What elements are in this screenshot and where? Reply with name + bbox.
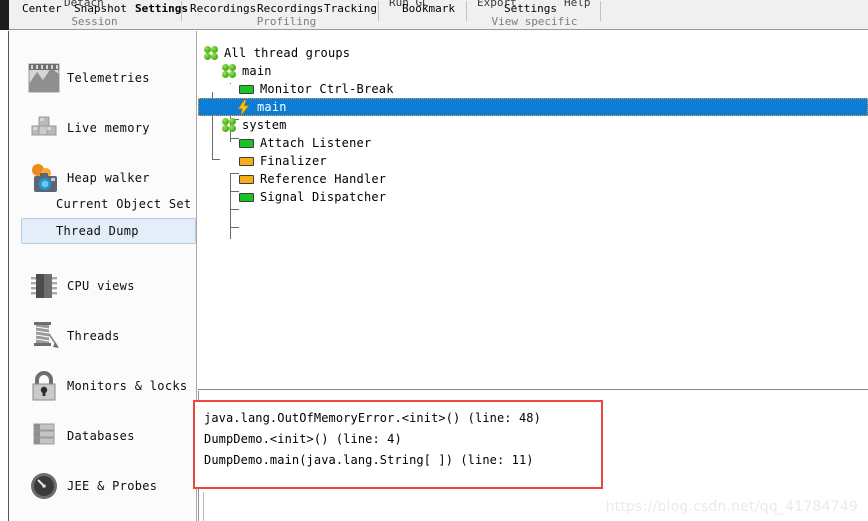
tree-row-label: Finalizer — [260, 154, 327, 168]
sidebar-item-live-memory[interactable]: Live memory — [9, 103, 196, 153]
live-memory-icon — [21, 112, 67, 144]
tree-row-label: Monitor Ctrl-Break — [260, 82, 394, 96]
tree-line — [230, 227, 239, 228]
thread-tree-panel[interactable]: All thread groups main Monitor Ctrl-Brea… — [198, 33, 868, 390]
tree-panel-bottom-border — [198, 389, 868, 390]
tree-row-label: Signal Dispatcher — [260, 190, 387, 204]
sidebar-item-label: Threads — [67, 329, 120, 343]
toolbar-left-edge — [0, 0, 9, 30]
tree-row-label: main — [242, 64, 272, 78]
tree-row-selected[interactable]: main — [198, 98, 868, 116]
toolbar-group-view-specific: Export Settings Help View specific — [469, 0, 600, 29]
tree-row[interactable]: Signal Dispatcher — [198, 188, 868, 206]
tree-line — [230, 209, 239, 210]
tree-row[interactable]: Attach Listener — [198, 134, 868, 152]
thread-group-icon — [222, 117, 237, 133]
tree-row[interactable]: Finalizer — [198, 152, 868, 170]
stack-trace-panel[interactable]: java.lang.OutOfMemoryError.<init>() (lin… — [193, 400, 603, 489]
thread-running-icon — [239, 84, 254, 94]
sidebar-item-jee-probes[interactable]: JEE & Probes — [9, 461, 196, 511]
sidebar-item-cpu-views[interactable]: CPU views — [9, 261, 196, 311]
sidebar-item-databases[interactable]: Databases — [9, 411, 196, 461]
sidebar-item-label: JEE & Probes — [67, 479, 158, 493]
toolbar-separator-3 — [466, 1, 467, 21]
sidebar-item-label: Databases — [67, 429, 135, 443]
toolbar-caption-view-specific: View specific — [491, 15, 578, 28]
tree-row[interactable]: system — [198, 116, 868, 134]
stack-trace-line: DumpDemo.main(java.lang.String[ ]) (line… — [204, 453, 534, 467]
tree-row-label: Attach Listener — [260, 136, 372, 150]
sidebar: Telemetries Live memory Heap walker Curr… — [9, 31, 197, 521]
tree-row-label: All thread groups — [224, 46, 351, 60]
tree-row[interactable]: Monitor Ctrl-Break — [198, 80, 868, 98]
thread-bolt-icon — [236, 99, 250, 115]
sidebar-item-label: Live memory — [67, 121, 150, 135]
databases-icon — [21, 420, 67, 452]
stack-trace-line: DumpDemo.<init>() (line: 4) — [204, 432, 402, 446]
heap-walker-icon — [21, 161, 67, 195]
toolbar-button-tracking[interactable]: Tracking — [324, 2, 377, 15]
bottom-panel-left-rail-lower — [203, 492, 204, 521]
tree-row-label: Reference Handler — [260, 172, 387, 186]
sidebar-item-label: Monitors & locks — [67, 379, 188, 393]
toolbar-button-center[interactable]: Center — [22, 2, 62, 15]
thread-running-icon — [239, 192, 254, 202]
toolbar-group-profiling: Recordings Recordings Tracking Run GC Bo… — [184, 0, 469, 29]
toolbar-button-recordings-1[interactable]: Recordings — [190, 2, 256, 15]
sidebar-item-telemetries[interactable]: Telemetries — [9, 53, 196, 103]
jee-probes-icon — [21, 470, 67, 502]
sidebar-item-label: Telemetries — [67, 71, 150, 85]
window-left-strip — [0, 31, 9, 521]
sidebar-item-monitors-locks[interactable]: Monitors & locks — [9, 361, 196, 411]
monitors-locks-icon — [21, 370, 67, 402]
tree-row-label: system — [242, 118, 287, 132]
tree-row[interactable]: Reference Handler — [198, 170, 868, 188]
threads-icon — [21, 320, 67, 352]
thread-group-icon — [222, 63, 237, 79]
cpu-views-icon — [21, 270, 67, 302]
sidebar-item-mbeans[interactable]: MB — [9, 511, 196, 521]
thread-waiting-icon — [239, 156, 254, 166]
app-window: Center Detach Snapshot Settings Session … — [0, 0, 868, 521]
toolbar-separator-4 — [600, 1, 601, 21]
toolbar-caption-profiling: Profiling — [256, 15, 317, 28]
stack-trace-gutter — [195, 402, 197, 487]
sidebar-item-threads[interactable]: Threads — [9, 311, 196, 361]
toolbar-button-help[interactable]: Help — [564, 0, 591, 9]
toolbar-button-snapshot[interactable]: Snapshot — [74, 2, 127, 15]
toolbar-button-bookmark[interactable]: Bookmark — [402, 2, 455, 15]
thread-running-icon — [239, 138, 254, 148]
tree-row[interactable]: main — [198, 62, 868, 80]
main-toolbar: Center Detach Snapshot Settings Session … — [0, 0, 868, 30]
stack-trace-line: java.lang.OutOfMemoryError.<init>() (lin… — [204, 411, 541, 425]
thread-group-icon — [204, 45, 219, 61]
toolbar-separator-2 — [378, 1, 379, 21]
sidebar-item-label: CPU views — [67, 279, 135, 293]
thread-waiting-icon — [239, 174, 254, 184]
sidebar-item-label: Heap walker — [67, 171, 150, 185]
tree-row-label: main — [257, 100, 287, 114]
sidebar-subitem-current-object-set[interactable]: Current Object Set — [21, 191, 196, 217]
toolbar-button-settings-view[interactable]: Settings — [504, 2, 557, 15]
telemetries-icon — [21, 62, 67, 94]
sidebar-subitem-thread-dump[interactable]: Thread Dump — [21, 218, 196, 244]
tree-row[interactable]: All thread groups — [198, 44, 868, 62]
sidebar-subitem-label: Thread Dump — [56, 224, 139, 238]
sidebar-subitem-label: Current Object Set — [56, 197, 192, 211]
toolbar-button-recordings-2[interactable]: Recordings — [257, 2, 323, 15]
